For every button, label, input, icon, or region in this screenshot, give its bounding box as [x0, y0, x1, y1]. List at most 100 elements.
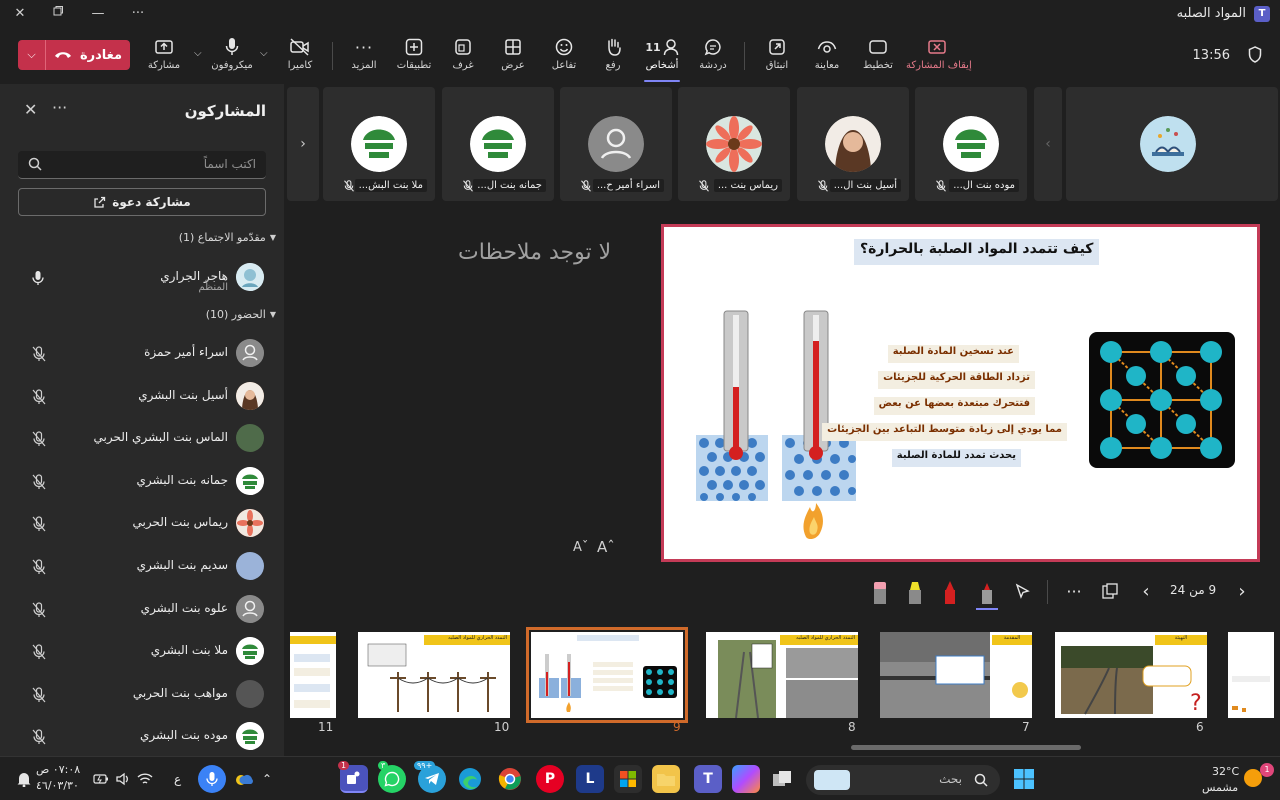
- muted-microphone-icon[interactable]: [32, 729, 46, 745]
- chat-button[interactable]: دردشة: [696, 36, 730, 80]
- muted-microphone-icon[interactable]: [32, 388, 46, 405]
- thumbnail-scrollbar[interactable]: [851, 745, 1081, 750]
- participant-tile[interactable]: موده بنت ال...: [915, 87, 1027, 201]
- participant-tile[interactable]: ملا بنت البش...: [323, 87, 435, 201]
- react-button[interactable]: تفاعل: [546, 36, 582, 80]
- voice-typing-microphone-icon[interactable]: [198, 765, 226, 793]
- participant-row[interactable]: الماس بنت البشري الحربي: [0, 419, 284, 459]
- preview-button[interactable]: معاينة: [808, 36, 846, 80]
- slide-thumbnail-8[interactable]: التمدد الحراري للمواد الصلبه: [706, 632, 858, 718]
- file-explorer-icon[interactable]: [652, 765, 680, 793]
- teams-icon[interactable]: T: [694, 765, 722, 793]
- more-button[interactable]: ··· المزيد: [346, 36, 382, 80]
- participant-tile[interactable]: ريماس بنت ...: [678, 87, 790, 201]
- rooms-button[interactable]: غرف: [446, 36, 480, 80]
- slide-thumbnail-6[interactable]: التهيئة ?: [1055, 632, 1207, 718]
- l-app-icon[interactable]: L: [576, 765, 604, 793]
- show-hidden-icons-chevron[interactable]: ⌃: [262, 772, 272, 786]
- edge-icon[interactable]: [456, 765, 484, 793]
- weather-temp[interactable]: 32°C: [1212, 765, 1239, 778]
- participant-tile[interactable]: اسراء أمير ح...: [560, 87, 672, 201]
- participant-row[interactable]: سديم بنت البشري: [0, 547, 284, 587]
- participant-row[interactable]: مواهب بنت الحربي: [0, 675, 284, 715]
- panel-more-icon[interactable]: ···: [52, 98, 67, 117]
- participant-row[interactable]: موده بنت البشري: [0, 717, 284, 757]
- start-windows-icon[interactable]: [1010, 765, 1038, 793]
- mic-options-button[interactable]: ⌵: [194, 36, 206, 80]
- participant-row[interactable]: ريماس بنت الحربي: [0, 504, 284, 544]
- participant-tile[interactable]: جمانه بنت ال...: [442, 87, 554, 201]
- gallery-prev-arrow-icon[interactable]: ‹: [1034, 87, 1062, 201]
- chrome-icon[interactable]: [496, 765, 524, 793]
- highlighter-tool[interactable]: [906, 580, 924, 606]
- task-view-icon[interactable]: [768, 765, 796, 793]
- muted-microphone-icon[interactable]: [32, 601, 46, 618]
- participant-row[interactable]: جمانه بنت البشري: [0, 462, 284, 502]
- muted-microphone-icon[interactable]: [32, 644, 46, 660]
- battery-icon[interactable]: [90, 765, 112, 793]
- system-date[interactable]: ٤٦/٠٣/٣٠: [36, 779, 79, 792]
- muted-microphone-icon[interactable]: [32, 687, 46, 703]
- weather-desc[interactable]: مشمس: [1202, 781, 1238, 794]
- presenters-section[interactable]: ▼ مقدّمو الاجتماع (1): [179, 231, 276, 244]
- slide-thumbnail-5[interactable]: [1228, 632, 1274, 718]
- close-window-icon[interactable]: ✕: [8, 4, 32, 24]
- microphone-icon[interactable]: [32, 270, 44, 286]
- layout-button[interactable]: تخطيط: [858, 36, 898, 80]
- share-button[interactable]: مشاركة: [146, 36, 182, 80]
- decrease-font-button[interactable]: Aˇ: [573, 540, 588, 555]
- participant-row[interactable]: أسيل بنت البشري: [0, 377, 284, 417]
- slide-thumbnail-9[interactable]: [526, 627, 688, 723]
- window-more-icon[interactable]: ···: [126, 4, 150, 24]
- muted-microphone-icon[interactable]: [32, 559, 46, 575]
- notification-bell-icon[interactable]: [10, 765, 38, 793]
- slide-grid-button[interactable]: [1100, 580, 1120, 602]
- slide-thumbnail-10[interactable]: التمدد الحراري للمواد الصلبه: [358, 632, 510, 718]
- copilot-icon[interactable]: [732, 765, 760, 793]
- apps-button[interactable]: تطبيقات: [394, 36, 434, 80]
- taskbar-search-input[interactable]: بحث: [806, 765, 1000, 795]
- participant-row[interactable]: ملا بنت البشري: [0, 632, 284, 672]
- leave-options-chevron-icon[interactable]: ⌵: [18, 40, 46, 70]
- pinterest-icon[interactable]: P: [536, 765, 564, 793]
- system-time[interactable]: ٠٧:٠٨ ص: [36, 763, 80, 776]
- view-button[interactable]: عرض: [496, 36, 530, 80]
- muted-microphone-icon[interactable]: [32, 516, 46, 532]
- presenter-tile[interactable]: [1066, 87, 1278, 201]
- increase-font-button[interactable]: Aˆ: [597, 538, 615, 556]
- participant-row[interactable]: علوه بنت البشري: [0, 590, 284, 630]
- shield-icon[interactable]: [1248, 46, 1262, 67]
- attendees-section[interactable]: ▼ الحضور (10): [206, 308, 276, 321]
- microsoft-store-icon[interactable]: [614, 765, 642, 793]
- stop-sharing-button[interactable]: إيقاف المشاركة: [906, 36, 972, 80]
- camera-button[interactable]: كاميرا: [282, 36, 318, 80]
- close-panel-icon[interactable]: ✕: [24, 100, 37, 119]
- next-slide-chevron-icon[interactable]: ›: [1232, 580, 1252, 602]
- eraser-tool[interactable]: [872, 580, 888, 606]
- input-language-indicator[interactable]: ع: [174, 772, 181, 786]
- minimize-window-icon[interactable]: —: [86, 4, 110, 24]
- laser-pointer-tool[interactable]: [976, 580, 998, 610]
- participant-row-organizer[interactable]: هاجر الجراري المنظّم: [0, 258, 284, 298]
- participant-row[interactable]: اسراء أمير حمزة: [0, 334, 284, 374]
- slide-thumbnail-7[interactable]: المقدمة: [880, 632, 1032, 718]
- pointer-tool[interactable]: [1012, 580, 1032, 602]
- participant-search-input[interactable]: اكتب اسماً: [18, 151, 266, 179]
- muted-microphone-icon[interactable]: [32, 474, 46, 490]
- participant-tile[interactable]: أسيل بنت ال...: [797, 87, 909, 201]
- red-pen-tool[interactable]: [942, 580, 958, 606]
- gallery-next-arrow-icon[interactable]: ›: [287, 87, 319, 201]
- people-button[interactable]: 11 أشخاص: [640, 36, 684, 82]
- speaker-icon[interactable]: [112, 765, 134, 793]
- slide-more-icon[interactable]: ···: [1064, 580, 1084, 602]
- previous-slide-chevron-icon[interactable]: ‹: [1136, 580, 1156, 602]
- share-invite-button[interactable]: مشاركة دعوة: [18, 188, 266, 216]
- slide-thumbnail-11[interactable]: [290, 632, 336, 718]
- raise-hand-button[interactable]: رفع: [598, 36, 628, 80]
- popout-button[interactable]: انبثاق: [758, 36, 796, 80]
- muted-microphone-icon[interactable]: [32, 346, 46, 362]
- leave-button[interactable]: ⌵ مغادرة: [18, 40, 130, 70]
- camera-options-button[interactable]: ⌵: [260, 36, 272, 80]
- restore-window-icon[interactable]: [46, 4, 70, 24]
- cloud-sync-icon[interactable]: [230, 765, 258, 793]
